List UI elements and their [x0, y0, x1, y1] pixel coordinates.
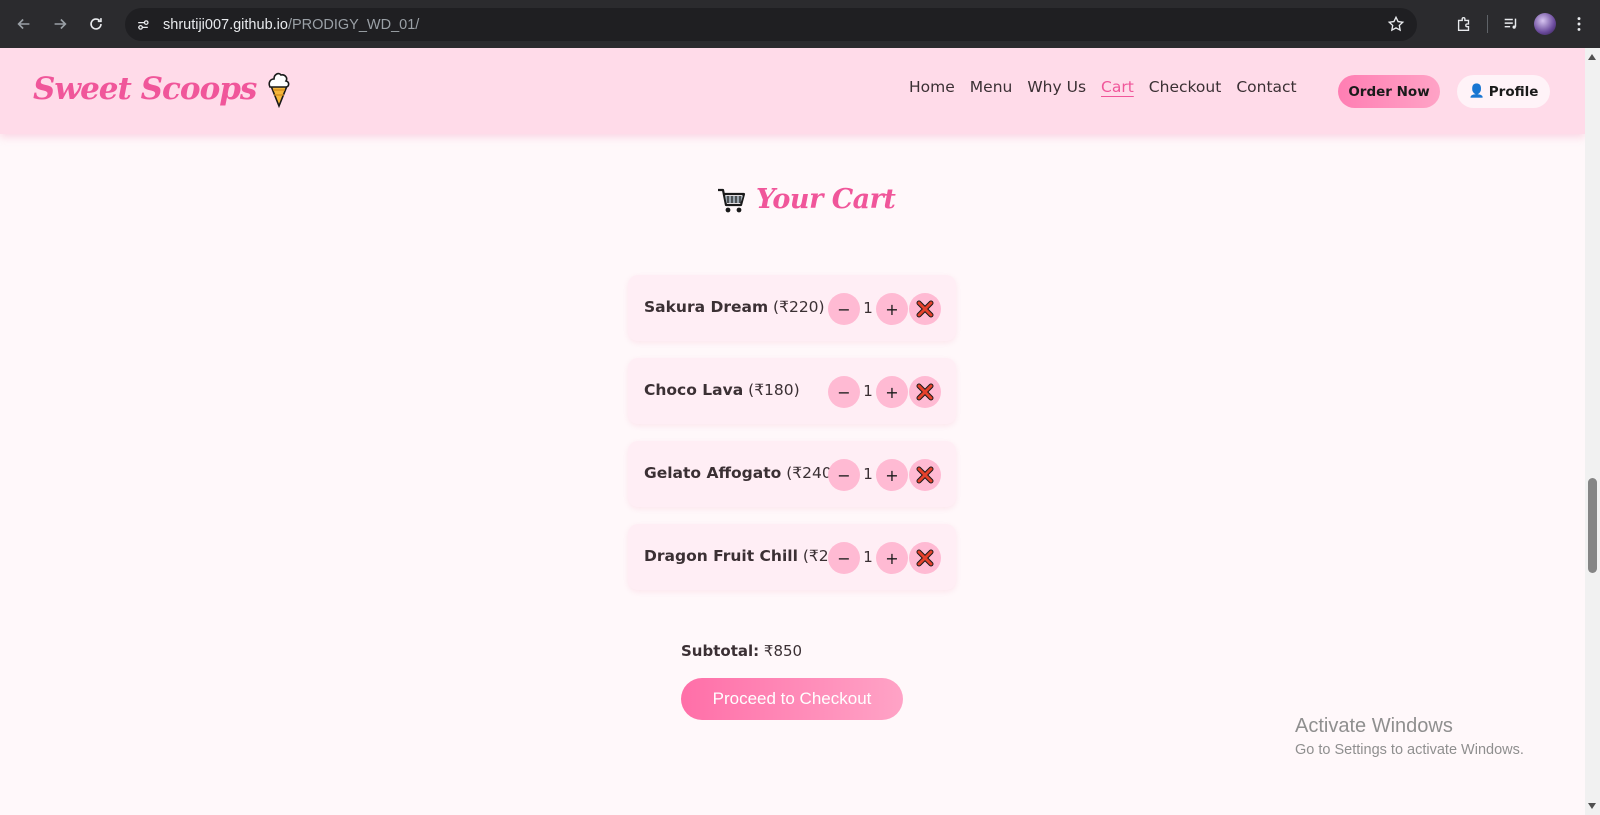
item-price: (₹220) — [773, 298, 825, 316]
item-name: Dragon Fruit Chill (₹210) — [644, 547, 854, 565]
item-price: (₹180) — [748, 381, 800, 399]
url-text: shrutiji007.github.io/PRODIGY_WD_01/ — [163, 17, 419, 33]
reload-icon[interactable] — [78, 6, 114, 42]
remove-item-button[interactable] — [909, 459, 941, 491]
avatar — [1534, 13, 1556, 35]
profile-label: Profile — [1488, 83, 1539, 100]
site-info-icon[interactable] — [129, 11, 157, 39]
scroll-up-arrow-icon[interactable] — [1588, 54, 1596, 60]
cart-item: Sakura Dream (₹220) − 1 + — [628, 275, 956, 341]
cart-item: Dragon Fruit Chill (₹210) − 1 + — [628, 524, 956, 590]
vertical-scrollbar[interactable] — [1585, 48, 1600, 815]
nav-cart[interactable]: Cart — [1101, 78, 1134, 96]
shopping-cart-icon — [718, 188, 746, 212]
menu-kebab-icon[interactable] — [1562, 7, 1596, 41]
item-name: Choco Lava (₹180) — [644, 381, 800, 399]
nav-contact[interactable]: Contact — [1236, 78, 1296, 96]
proceed-to-checkout-button[interactable]: Proceed to Checkout — [681, 678, 903, 720]
increase-qty-button[interactable]: + — [876, 459, 908, 491]
cross-mark-icon — [916, 383, 934, 401]
nav-home[interactable]: Home — [909, 78, 955, 96]
main-nav: Home Menu Why Us Cart Checkout Contact — [909, 78, 1312, 96]
quantity-value: 1 — [863, 299, 873, 317]
decrease-qty-button[interactable]: − — [828, 459, 860, 491]
browser-toolbar: shrutiji007.github.io/PRODIGY_WD_01/ — [0, 0, 1600, 48]
scroll-thumb[interactable] — [1588, 478, 1597, 573]
windows-activation-watermark: Activate Windows Go to Settings to activ… — [1295, 715, 1524, 758]
quantity-value: 1 — [863, 382, 873, 400]
cart-item: Choco Lava (₹180) − 1 + — [628, 358, 956, 424]
watermark-subtitle: Go to Settings to activate Windows. — [1295, 742, 1524, 758]
forward-icon[interactable] — [42, 6, 78, 42]
subtotal-value: ₹850 — [763, 642, 803, 660]
back-icon[interactable] — [6, 6, 42, 42]
address-bar[interactable]: shrutiji007.github.io/PRODIGY_WD_01/ — [125, 8, 1417, 41]
page-title: Your Cart — [756, 184, 896, 215]
decrease-qty-button[interactable]: − — [828, 376, 860, 408]
url-host: shrutiji007.github.io — [163, 16, 288, 33]
cart-heading: Your Cart — [716, 184, 896, 215]
remove-item-button[interactable] — [909, 376, 941, 408]
cart-item: Gelato Affogato (₹240) − 1 + — [628, 441, 956, 507]
cross-mark-icon — [916, 549, 934, 567]
nav-checkout[interactable]: Checkout — [1149, 78, 1222, 96]
logo-text: Sweet Scoops — [33, 71, 257, 107]
cross-mark-icon — [916, 466, 934, 484]
toolbar-divider — [1487, 15, 1488, 33]
profile-avatar[interactable] — [1528, 7, 1562, 41]
order-now-button[interactable]: Order Now — [1338, 75, 1440, 108]
url-path: /PRODIGY_WD_01/ — [287, 16, 420, 33]
item-name: Sakura Dream (₹220) — [644, 298, 825, 316]
item-title: Dragon Fruit Chill — [644, 547, 798, 565]
item-name: Gelato Affogato (₹240) — [644, 464, 838, 482]
subtotal-label: Subtotal: — [681, 642, 760, 660]
scroll-down-arrow-icon[interactable] — [1588, 803, 1596, 809]
item-title: Choco Lava — [644, 381, 744, 399]
remove-item-button[interactable] — [909, 542, 941, 574]
subtotal: Subtotal: ₹850 — [681, 642, 802, 660]
decrease-qty-button[interactable]: − — [828, 542, 860, 574]
decrease-qty-button[interactable]: − — [828, 293, 860, 325]
nav-menu[interactable]: Menu — [970, 78, 1013, 96]
page-viewport: Sweet Scoops Home Menu Why Us Cart Check… — [0, 48, 1585, 815]
quantity-value: 1 — [863, 465, 873, 483]
user-icon: 👤 — [1468, 84, 1485, 99]
increase-qty-button[interactable]: + — [876, 376, 908, 408]
media-controls-icon[interactable] — [1494, 7, 1528, 41]
increase-qty-button[interactable]: + — [876, 542, 908, 574]
bookmark-star-icon[interactable] — [1387, 15, 1405, 37]
remove-item-button[interactable] — [909, 293, 941, 325]
profile-button[interactable]: 👤 Profile — [1457, 75, 1550, 108]
site-logo[interactable]: Sweet Scoops — [33, 70, 292, 108]
item-title: Gelato Affogato — [644, 464, 782, 482]
quantity-value: 1 — [863, 548, 873, 566]
nav-why-us[interactable]: Why Us — [1027, 78, 1086, 96]
increase-qty-button[interactable]: + — [876, 293, 908, 325]
extensions-icon[interactable] — [1447, 7, 1481, 41]
ice-cream-icon — [268, 72, 290, 108]
watermark-title: Activate Windows — [1295, 715, 1453, 737]
item-title: Sakura Dream — [644, 298, 769, 316]
site-header: Sweet Scoops Home Menu Why Us Cart Check… — [0, 48, 1585, 134]
cross-mark-icon — [916, 300, 934, 318]
